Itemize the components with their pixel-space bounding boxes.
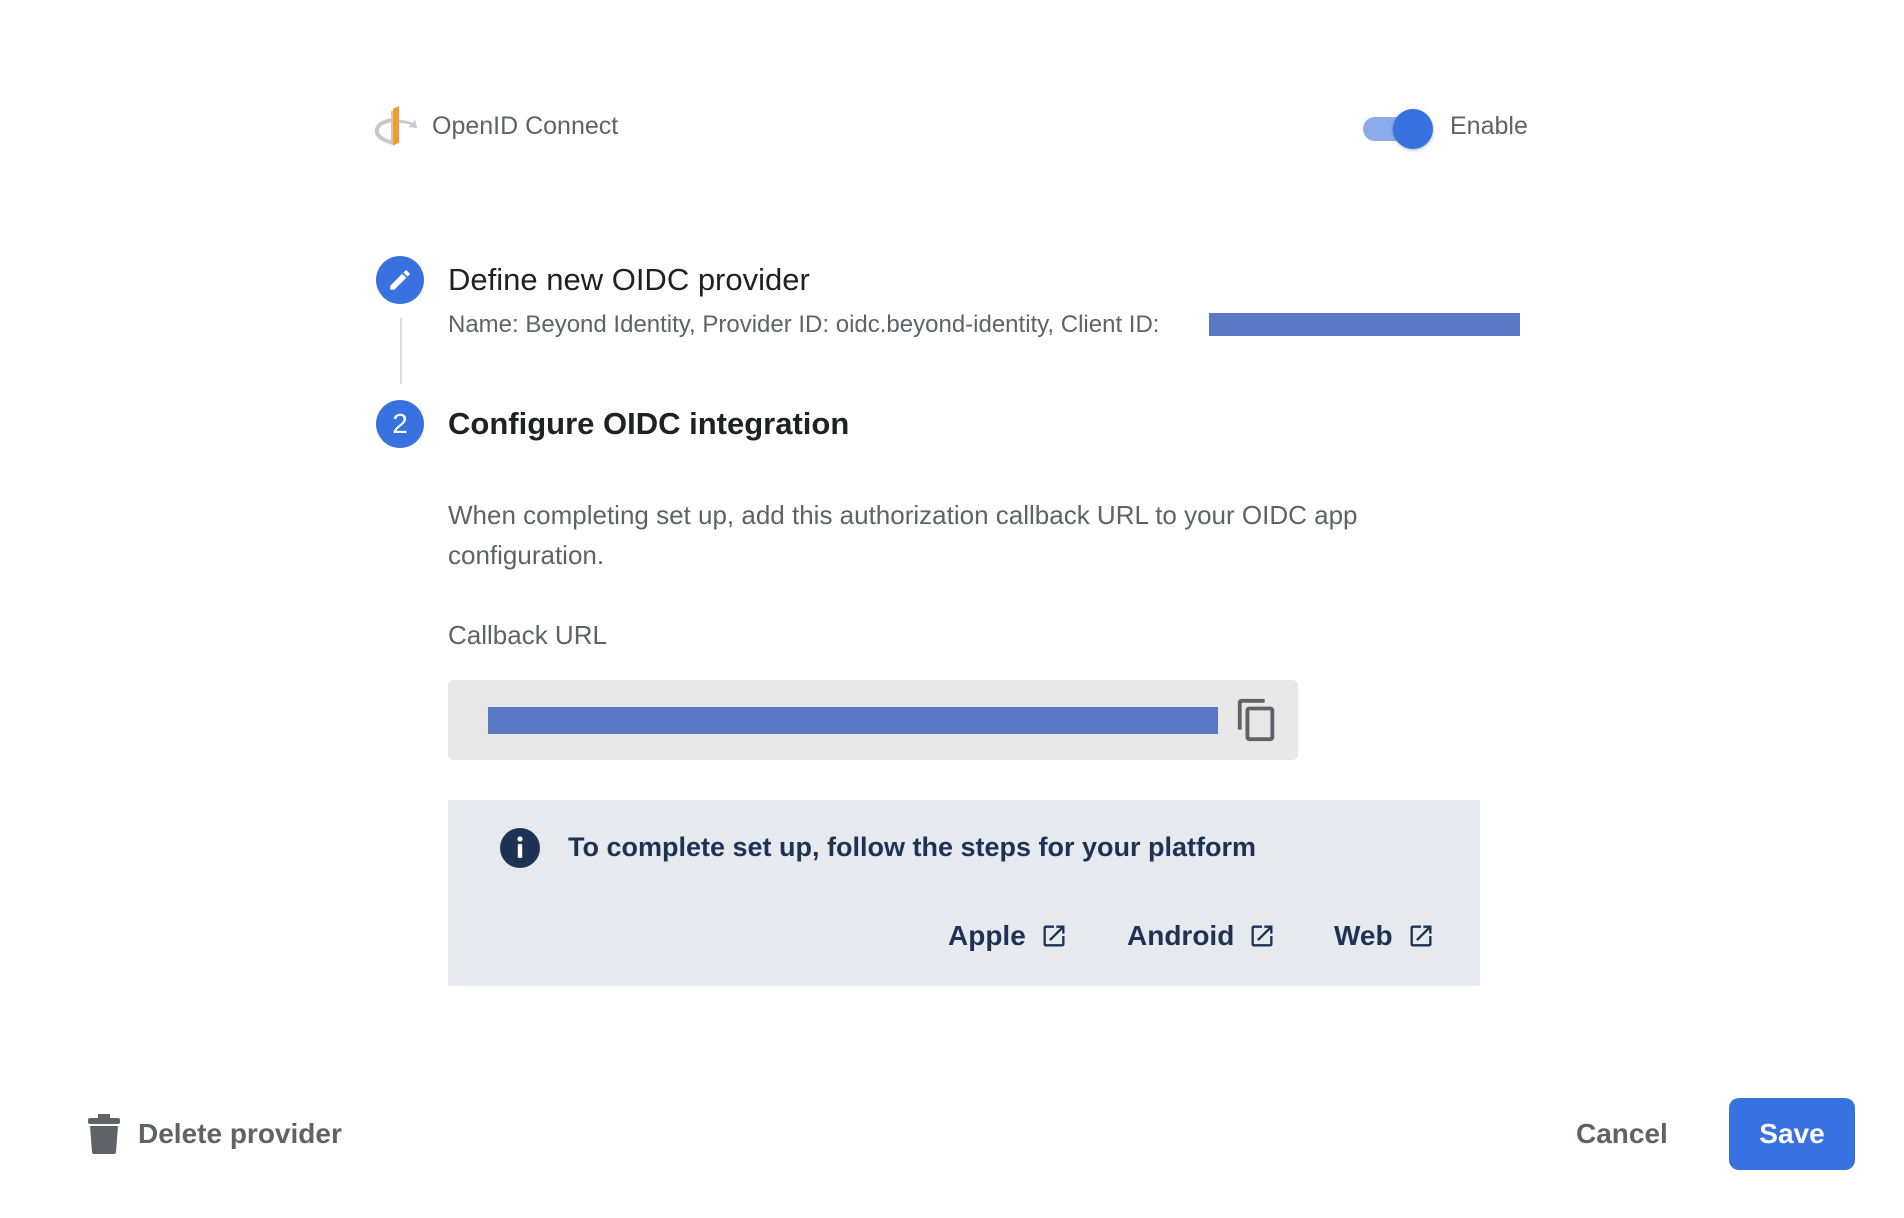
platform-info-panel: To complete set up, follow the steps for…	[448, 800, 1480, 986]
client-id-redacted	[1209, 313, 1520, 336]
callback-url-redacted	[488, 707, 1218, 734]
info-text: To complete set up, follow the steps for…	[568, 832, 1257, 862]
copy-icon[interactable]	[1234, 696, 1280, 744]
step-1-indicator[interactable]	[376, 256, 424, 304]
delete-provider-label: Delete provider	[138, 1118, 342, 1149]
enable-label: Enable	[1450, 112, 1528, 140]
web-link-label: Web	[1334, 920, 1393, 951]
provider-dialog: OpenID Connect Enable Define new OIDC pr…	[0, 0, 1904, 1218]
android-link[interactable]: Android	[1127, 920, 1276, 952]
provider-name: OpenID Connect	[432, 112, 619, 140]
callback-url-label: Callback URL	[448, 620, 607, 650]
callback-url-field[interactable]	[448, 680, 1298, 760]
delete-provider-button[interactable]: Delete provider	[88, 1114, 342, 1154]
apple-link-label: Apple	[948, 920, 1026, 951]
step-2-indicator: 2	[376, 400, 424, 448]
apple-link[interactable]: Apple	[948, 920, 1068, 952]
callback-instructions: When completing set up, add this authori…	[448, 500, 1358, 570]
pencil-icon	[390, 270, 410, 290]
android-link-label: Android	[1127, 920, 1235, 951]
save-button[interactable]: Save	[1729, 1098, 1855, 1170]
external-link-icon	[1410, 925, 1432, 947]
step-connector	[400, 318, 402, 384]
external-link-icon	[1043, 925, 1065, 947]
external-link-icon	[1251, 925, 1273, 947]
cancel-button[interactable]: Cancel	[1576, 1118, 1668, 1150]
trash-icon	[88, 1114, 120, 1154]
step-2-title: Configure OIDC integration	[448, 406, 850, 441]
info-icon	[500, 828, 540, 868]
step-1-title[interactable]: Define new OIDC provider	[448, 262, 810, 298]
enable-toggle[interactable]	[1361, 108, 1433, 149]
openid-logo-icon	[374, 106, 417, 146]
toggle-thumb	[1393, 109, 1433, 149]
step-1-summary: Name: Beyond Identity, Provider ID: oidc…	[448, 311, 1160, 338]
web-link[interactable]: Web	[1334, 920, 1435, 952]
